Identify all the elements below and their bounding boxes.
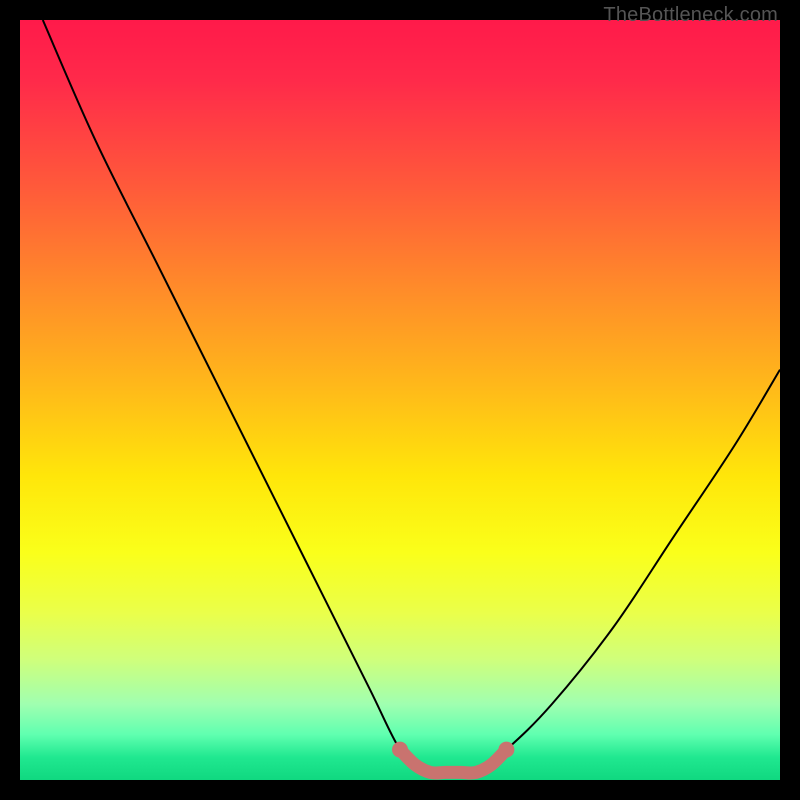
plot-area	[20, 20, 780, 780]
optimal-band-line	[392, 742, 514, 773]
chart-container: TheBottleneck.com	[0, 0, 800, 800]
bottleneck-curve-line	[43, 20, 780, 774]
watermark-text: TheBottleneck.com	[603, 4, 778, 27]
curve-svg	[20, 20, 780, 780]
